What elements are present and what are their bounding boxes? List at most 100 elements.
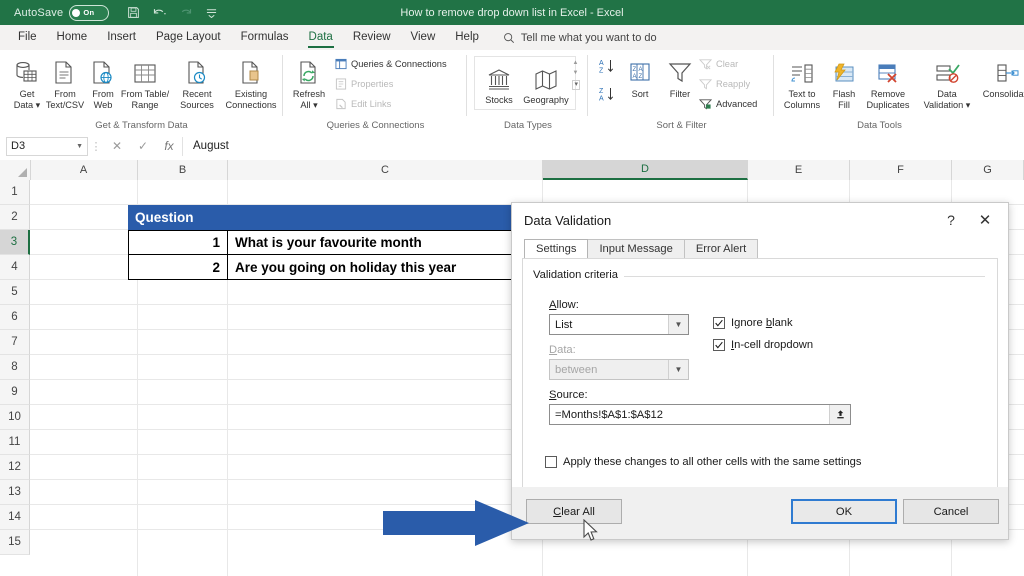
cancel-icon[interactable]: ✕: [104, 139, 130, 153]
row-header-5[interactable]: 5: [0, 280, 30, 305]
column-header-f[interactable]: F: [850, 160, 952, 180]
group-label-sort-filter: Sort & Filter: [589, 120, 774, 131]
chevron-down-icon[interactable]: ▼: [76, 143, 83, 150]
geography-button[interactable]: Geography: [520, 60, 572, 106]
checkbox-box[interactable]: [545, 456, 557, 468]
existing-connections-button[interactable]: Existing Connections: [218, 54, 284, 110]
formula-bar: D3 ▼ ⋮ ✕ ✓ fx August: [0, 132, 1024, 161]
check-icon: [714, 340, 724, 350]
insert-function-icon[interactable]: fx: [156, 139, 182, 153]
row-header-4[interactable]: 4: [0, 255, 30, 280]
data-types-gallery-scrollers[interactable]: ▲ ▼ ▾: [572, 60, 580, 90]
filter-button[interactable]: Filter: [657, 54, 703, 100]
ribbon: Get Data ▾ From Text/CSV From Web: [0, 50, 1024, 133]
cancel-button[interactable]: Cancel: [903, 499, 999, 524]
formula-input[interactable]: August: [182, 137, 1024, 156]
dialog-tab-input-message[interactable]: Input Message: [587, 239, 684, 258]
select-all-corner[interactable]: [0, 160, 31, 181]
data-validation-button[interactable]: Data Validation ▾: [917, 54, 977, 110]
queries-connections-button[interactable]: Queries & Connections: [334, 57, 447, 70]
tell-me-search[interactable]: Tell me what you want to do: [503, 32, 657, 44]
column-header-b[interactable]: B: [138, 160, 228, 180]
row-header-10[interactable]: 10: [0, 405, 30, 430]
text-to-columns-button[interactable]: Text to Columns: [779, 54, 825, 110]
tab-review[interactable]: Review: [343, 25, 401, 50]
clear-all-button[interactable]: Clear All: [526, 499, 622, 524]
autosave-state-label: On: [83, 8, 94, 17]
cell-b4[interactable]: 2: [128, 254, 228, 280]
tab-formulas[interactable]: Formulas: [231, 25, 299, 50]
stocks-icon: [478, 60, 520, 92]
tab-view[interactable]: View: [401, 25, 446, 50]
row-header-13[interactable]: 13: [0, 480, 30, 505]
title-bar: AutoSave On How to remove drop down list…: [0, 0, 1024, 25]
column-header-a[interactable]: A: [30, 160, 138, 180]
autosave-toggle[interactable]: On: [69, 5, 109, 21]
remove-duplicates-button[interactable]: Remove Duplicates: [859, 54, 917, 110]
ok-button[interactable]: OK: [791, 499, 897, 524]
text-to-columns-label2: Columns: [779, 100, 825, 111]
row-header-15[interactable]: 15: [0, 530, 30, 555]
sort-descending-button[interactable]: ZA: [599, 86, 615, 104]
ignore-blank-checkbox[interactable]: Ignore blank: [713, 317, 793, 329]
help-icon[interactable]: ?: [934, 206, 968, 234]
column-header-c[interactable]: C: [228, 160, 543, 180]
refresh-all-button[interactable]: Refresh All ▾: [286, 54, 332, 110]
row-header-8[interactable]: 8: [0, 355, 30, 380]
row-header-11[interactable]: 11: [0, 430, 30, 455]
dialog-tab-settings[interactable]: Settings: [524, 239, 588, 258]
tab-help[interactable]: Help: [445, 25, 489, 50]
row-header-6[interactable]: 6: [0, 305, 30, 330]
svg-text:A: A: [599, 60, 604, 67]
autosave-control[interactable]: AutoSave On: [14, 5, 109, 21]
column-header-d[interactable]: D: [543, 160, 748, 180]
formula-bar-grip[interactable]: ⋮: [88, 140, 104, 153]
row-header-12[interactable]: 12: [0, 455, 30, 480]
range-picker-icon[interactable]: [829, 405, 850, 424]
recent-sources-button[interactable]: Recent Sources: [172, 54, 222, 110]
apply-all-checkbox[interactable]: Apply these changes to all other cells w…: [545, 456, 862, 468]
tab-file[interactable]: File: [8, 25, 47, 50]
gallery-up-icon[interactable]: ▲: [572, 60, 580, 67]
cell-c3[interactable]: What is your favourite month: [227, 230, 543, 255]
allow-select[interactable]: List ▼: [549, 314, 689, 335]
cell-c2-question-header[interactable]: Question: [128, 205, 542, 230]
tab-insert[interactable]: Insert: [97, 25, 146, 50]
column-header-g[interactable]: G: [952, 160, 1024, 180]
apply-all-label: Apply these changes to all other cells w…: [563, 456, 862, 468]
row-header-7[interactable]: 7: [0, 330, 30, 355]
consolidate-button[interactable]: Consolidate: [975, 54, 1024, 100]
column-header-e[interactable]: E: [748, 160, 850, 180]
from-table-range-button[interactable]: From Table/ Range: [116, 54, 174, 110]
dialog-tab-error-alert[interactable]: Error Alert: [684, 239, 758, 258]
in-cell-dropdown-checkbox[interactable]: In-cell dropdown: [713, 339, 813, 351]
refresh-all-label1: Refresh: [286, 89, 332, 100]
save-icon[interactable]: [121, 3, 145, 23]
gallery-down-icon[interactable]: ▼: [572, 70, 580, 77]
cell-b3[interactable]: 1: [128, 230, 228, 255]
checkbox-box[interactable]: [713, 317, 725, 329]
close-icon[interactable]: ✕: [968, 206, 1002, 234]
customize-qat-icon[interactable]: [199, 3, 223, 23]
tab-data[interactable]: Data: [299, 25, 343, 50]
confirm-icon[interactable]: ✓: [130, 139, 156, 153]
row-header-1[interactable]: 1: [0, 180, 30, 205]
row-header-2[interactable]: 2: [0, 205, 30, 230]
data-validation-label1: Data: [917, 89, 977, 100]
tab-home[interactable]: Home: [47, 25, 98, 50]
cell-c4[interactable]: Are you going on holiday this year: [227, 254, 543, 280]
stocks-button[interactable]: Stocks: [478, 60, 520, 106]
undo-icon[interactable]: [147, 3, 171, 23]
row-header-14[interactable]: 14: [0, 505, 30, 530]
gallery-more-icon[interactable]: ▾: [572, 80, 580, 90]
row-header-9[interactable]: 9: [0, 380, 30, 405]
source-input[interactable]: =Months!$A$1:$A$12: [549, 404, 851, 425]
chevron-down-icon[interactable]: ▼: [668, 315, 688, 334]
checkbox-box[interactable]: [713, 339, 725, 351]
mouse-cursor: [583, 519, 599, 543]
name-box[interactable]: D3 ▼: [6, 137, 88, 156]
tab-page-layout[interactable]: Page Layout: [146, 25, 231, 50]
sort-ascending-button[interactable]: AZ: [599, 58, 615, 76]
row-header-3[interactable]: 3: [0, 230, 30, 255]
advanced-filter-button[interactable]: Advanced: [699, 97, 757, 110]
